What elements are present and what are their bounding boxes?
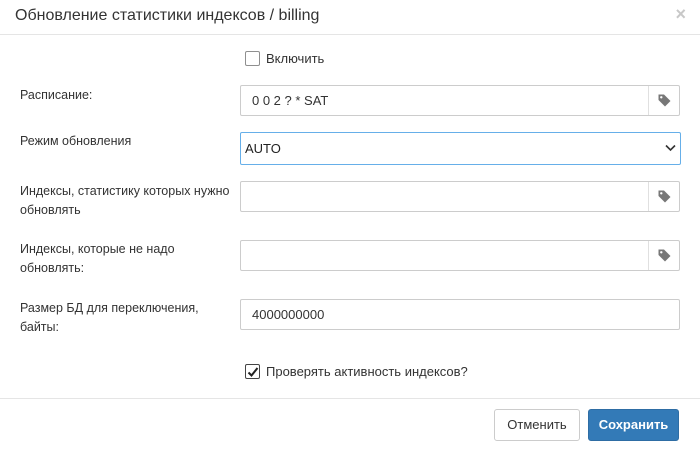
schedule-label: Расписание: [20,88,93,102]
db-size-label: Размер БД для переключения, байты: [20,301,199,334]
cancel-button[interactable]: Отменить [494,409,580,441]
indexes-update-tag-button[interactable] [648,182,679,211]
index-stats-dialog: Обновление статистики индексов / billing… [0,0,700,451]
save-button[interactable]: Сохранить [588,409,679,441]
checkmark-icon [247,367,259,377]
update-mode-value: AUTO [245,141,281,156]
tag-icon [658,249,671,262]
enable-checkbox[interactable] [245,51,260,66]
chevron-down-icon [665,144,676,152]
dialog-title: Обновление статистики индексов / billing [15,7,320,24]
db-size-value: 4000000000 [252,307,325,322]
db-size-input[interactable]: 4000000000 [240,299,680,330]
schedule-value: 0 0 2 ? * SAT [252,93,329,108]
tag-icon [658,190,671,203]
indexes-skip-label: Индексы, которые не надо обновлять: [20,242,175,275]
indexes-update-input[interactable] [240,181,680,212]
update-mode-label: Режим обновления [20,134,132,148]
dialog-footer: Отменить Сохранить [0,398,700,451]
indexes-skip-input[interactable] [240,240,680,271]
check-activity-checkbox[interactable] [245,364,260,379]
dialog-header: Обновление статистики индексов / billing… [0,0,700,35]
close-button[interactable]: × [675,5,686,23]
schedule-input[interactable]: 0 0 2 ? * SAT [240,85,680,116]
enable-label[interactable]: Включить [266,51,324,66]
update-mode-select[interactable]: AUTO [240,132,681,165]
tag-icon [658,94,671,107]
indexes-update-label: Индексы, статистику которых нужно обновл… [20,184,230,217]
schedule-tag-button[interactable] [648,86,679,115]
indexes-skip-tag-button[interactable] [648,241,679,270]
check-activity-label[interactable]: Проверять активность индексов? [266,364,468,379]
